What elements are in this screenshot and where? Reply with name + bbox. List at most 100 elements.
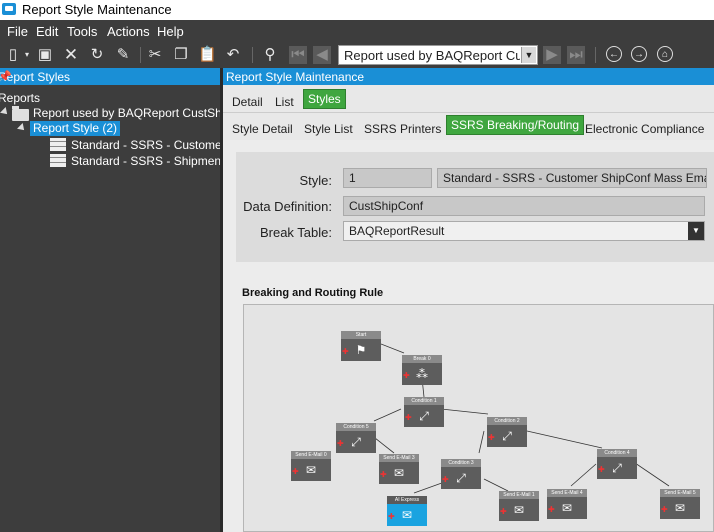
subtab-style-detail[interactable]: Style Detail [232,122,293,136]
condition-icon: ⤢ [456,471,466,485]
new-icon[interactable]: ▯ [4,46,22,64]
subtab-electronic-compliance[interactable]: Electronic Compliance [585,122,704,136]
clear-icon[interactable]: ✎ [114,46,132,64]
subtab-ssrs-breaking-routing[interactable]: SSRS Breaking/Routing [446,115,585,135]
tab-list[interactable]: List [275,95,294,109]
envelope-icon: ✉ [401,508,413,522]
title-bar: Report Style Maintenance [0,0,714,20]
node-label: Start [341,331,381,339]
cut-icon[interactable]: ✂ [146,46,164,64]
subtab-ssrs-printers[interactable]: SSRS Printers [364,122,441,136]
break-table-value: BAQReportResult [349,224,445,238]
home-icon[interactable]: ⌂ [657,46,673,62]
workflow-node-condition[interactable]: Condition 1 ✚ ⤢ [404,397,444,427]
node-label: Break 0 [402,355,442,363]
flag-icon: ⚑ [355,343,367,357]
style-description-field[interactable]: Standard - SSRS - Customer ShipConf Mass… [437,168,707,188]
error-marker-icon: ✚ [661,505,668,514]
workflow-node-send-email[interactable]: Send E-Mail 1 ✚ ✉ [499,491,539,521]
tree-leaf-style[interactable]: Standard - SSRS - Shipment [71,154,224,168]
connector-lines [337,343,670,494]
copy-icon[interactable]: ❐ [172,46,190,64]
expand-icon[interactable] [17,123,27,133]
node-label: Condition 3 [441,459,481,467]
right-panel: Report Style Maintenance Detail List Sty… [223,68,714,532]
condition-icon: ⤢ [612,461,622,475]
binoculars-icon[interactable]: ⚲ [260,46,280,64]
error-marker-icon: ✚ [548,505,555,514]
tree-leaf-style[interactable]: Standard - SSRS - Custome [71,138,222,152]
break-table-select[interactable]: BAQReportResult ▼ [343,221,705,241]
toolbar-separator [140,47,141,63]
node-label: Send E-Mail 1 [499,491,539,499]
workflow-node-condition[interactable]: Condition 4 ✚ ⤢ [597,449,637,479]
style-label: Style: [299,173,332,188]
workflow-node-break[interactable]: Break 0 ✚ ⁂ [402,355,442,385]
forward-icon[interactable]: → [631,46,647,62]
breaking-routing-rule-title: Breaking and Routing Rule [242,287,384,299]
record-selector-value: Report used by BAQReport CustS [344,48,520,63]
workflow-node-condition[interactable]: Condition 3 ✚ ⤢ [441,459,481,489]
error-marker-icon: ✚ [337,439,344,448]
app-icon [2,3,16,15]
tree-node-report[interactable]: Report used by BAQReport CustShi [33,106,224,120]
style-field[interactable]: 1 [343,168,432,188]
next-record-icon[interactable]: ▶ [543,46,561,64]
routing-rule-canvas[interactable]: Start ✚ ⚑ Break 0 ✚ ⁂ Condition 1 ✚ ⤢ Condi… [243,304,714,532]
workflow-node-send-email[interactable]: Send E-Mail 3 ✚ ✉ [379,454,419,484]
tab-styles[interactable]: Styles [303,89,346,109]
menu-help[interactable]: Help [157,24,184,39]
workflow-node-send-email[interactable]: Send E-Mail 0 ✚ ✉ [291,451,331,481]
delete-icon[interactable]: ✕ [62,46,80,64]
data-definition-field[interactable]: CustShipConf [343,196,705,216]
menu-bar: File Edit Tools Actions Help [0,20,714,42]
back-icon[interactable]: ← [606,46,622,62]
error-marker-icon: ✚ [388,512,395,521]
main-tabs: Detail List Styles [223,85,714,113]
workflow-node-send-email[interactable]: Send E-Mail 5 ✚ ✉ [660,489,700,519]
error-marker-icon: ✚ [500,507,507,516]
last-record-icon[interactable]: ⏭ [567,46,585,64]
tab-detail[interactable]: Detail [232,95,263,109]
chevron-down-icon[interactable]: ▼ [688,222,704,240]
break-table-label: Break Table: [259,225,332,240]
toolbar-separator [252,47,253,63]
previous-record-icon[interactable]: ◀ [313,46,331,64]
error-marker-icon: ✚ [380,470,387,479]
save-icon[interactable]: ▣ [36,46,54,64]
tree-root-reports[interactable]: Reports [0,91,40,105]
error-marker-icon: ✚ [442,475,449,484]
workflow-node-condition[interactable]: Condition 5 ✚ ⤢ [336,423,376,453]
record-selector-combo[interactable]: Report used by BAQReport CustS ▼ [338,45,538,65]
workflow-node-send-email[interactable]: Send E-Mail 4 ✚ ✉ [547,489,587,519]
workflow-node-condition[interactable]: Condition 2 ✚ ⤢ [487,417,527,447]
first-record-icon[interactable]: ⏮ [289,46,307,64]
left-panel: Report Styles 📌 Reports Report used by B… [0,68,224,532]
node-label: Condition 4 [597,449,637,457]
workflow-node-start[interactable]: Start ✚ ⚑ [341,331,381,361]
folder-icon [12,106,29,121]
envelope-icon: ✉ [305,463,317,477]
error-marker-icon: ✚ [405,413,412,422]
toolbar-separator [595,47,596,63]
chevron-down-icon[interactable]: ▼ [521,47,536,63]
expand-icon[interactable] [0,107,10,117]
menu-tools[interactable]: Tools [67,24,97,39]
envelope-icon: ✉ [674,501,686,515]
menu-edit[interactable]: Edit [36,24,58,39]
style-icon [50,154,66,167]
left-panel-header: Report Styles 📌 [0,68,220,85]
tree-node-report-style[interactable]: Report Style (2) [30,121,121,136]
new-dropdown-icon[interactable]: ▾ [22,46,32,64]
undo-icon[interactable]: ↶ [224,46,242,64]
menu-file[interactable]: File [7,24,28,39]
workflow-node-ai-express[interactable]: AI Express ✚ ✉ [387,496,427,526]
paste-icon[interactable]: 📋 [198,46,217,64]
sub-tabs: Style Detail Style List SSRS Printers SS… [223,113,714,140]
subtab-style-list[interactable]: Style List [304,122,353,136]
pin-icon[interactable]: 📌 [0,70,212,83]
refresh-icon[interactable]: ↻ [88,46,106,64]
node-label: Condition 2 [487,417,527,425]
menu-actions[interactable]: Actions [107,24,150,39]
node-label: Send E-Mail 4 [547,489,587,497]
